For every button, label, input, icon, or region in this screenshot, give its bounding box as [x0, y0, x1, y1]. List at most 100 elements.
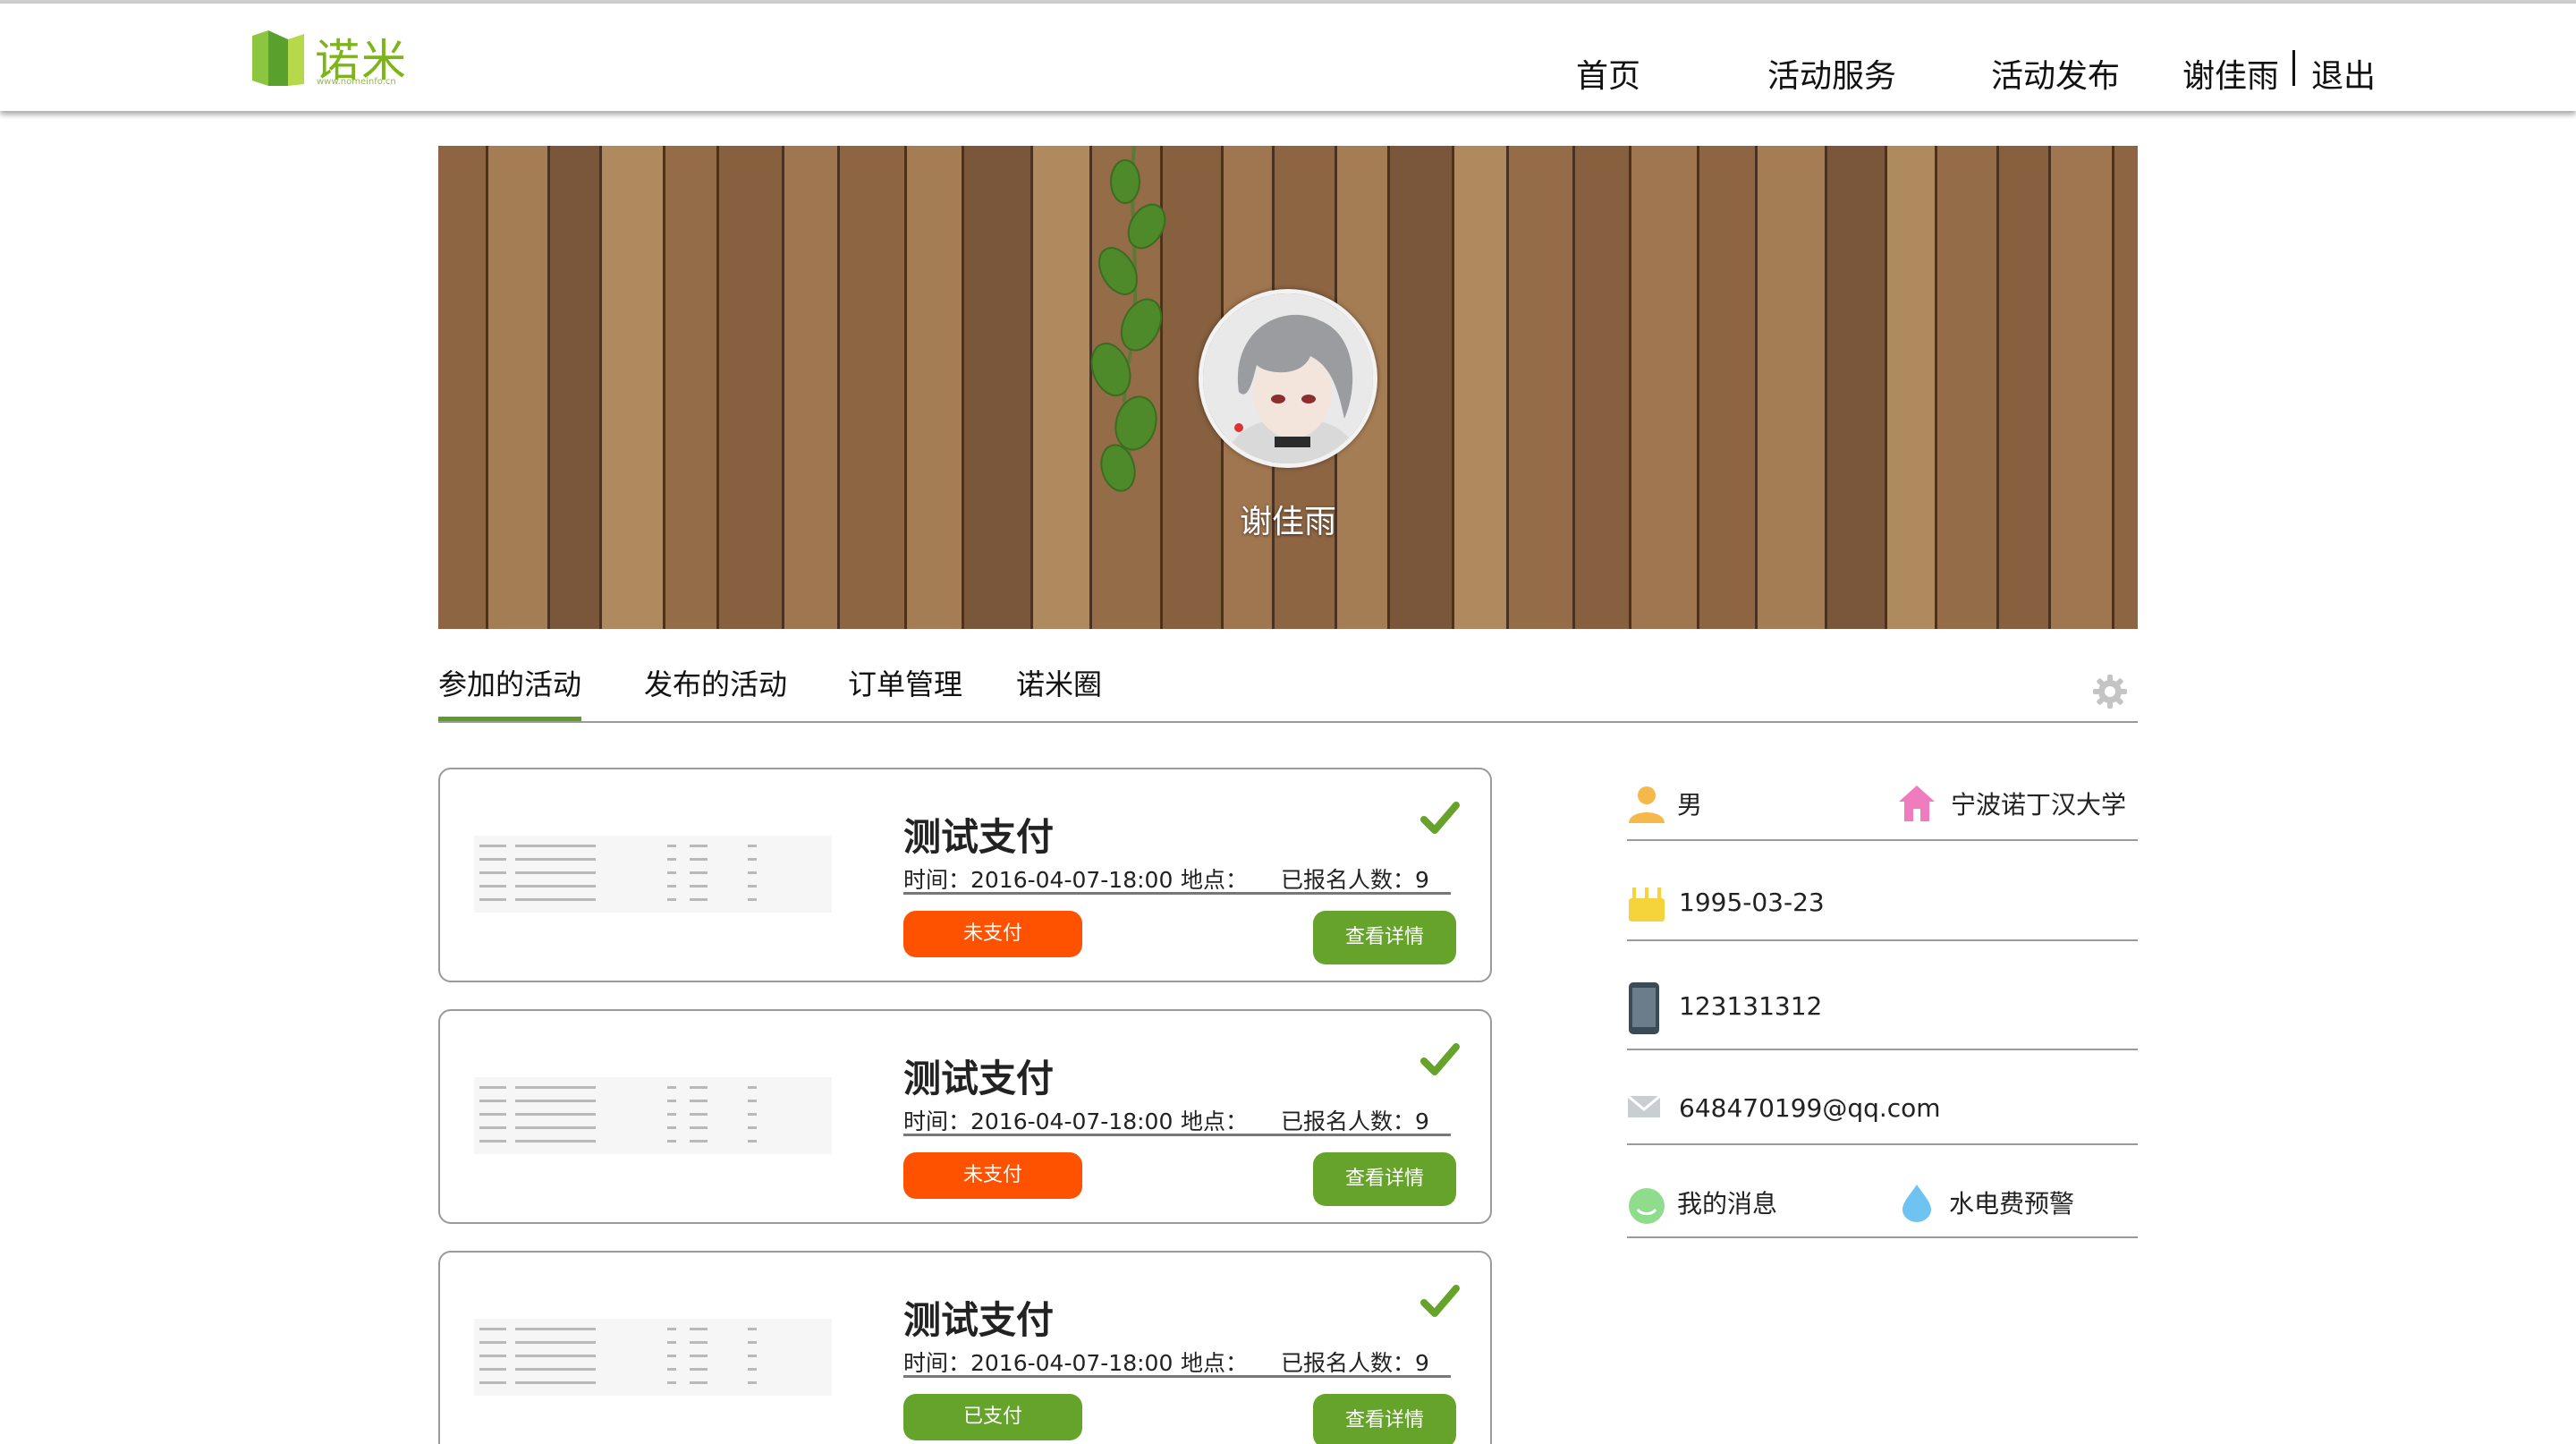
tab-nomi-circle[interactable]: 诺米圈 [1016, 662, 1102, 721]
thumbnail-cell [690, 1086, 708, 1089]
view-details-button[interactable]: 查看详情 [1313, 1152, 1456, 1206]
activity-signed-up: 已报名人数：9 [1281, 1108, 1429, 1134]
thumbnail-cell [690, 885, 708, 888]
thumbnail-cell [479, 885, 506, 888]
fence-gap [1935, 146, 1937, 629]
activity-signed-up: 已报名人数：9 [1281, 1350, 1429, 1376]
thumbnail-cell [748, 1100, 757, 1102]
activity-place: 地点： [1181, 1108, 1249, 1134]
thumbnail-cell [667, 1381, 676, 1384]
fence-plank [784, 146, 840, 629]
fence-gap [663, 146, 665, 629]
tab-published-activities[interactable]: 发布的活动 [644, 662, 787, 721]
thumbnail-cell [748, 871, 757, 874]
tab-order-management[interactable]: 订单管理 [848, 662, 962, 721]
view-details-button[interactable]: 查看详情 [1313, 911, 1456, 964]
fence-gap [599, 146, 602, 629]
fence-gap [1030, 146, 1033, 629]
thumbnail-cell [667, 858, 676, 861]
thumbnail-row [479, 858, 826, 861]
thumbnail-cell [515, 898, 596, 901]
thumbnail-cell [667, 885, 676, 888]
fence-plank [1509, 146, 1575, 629]
utility-alert-link[interactable]: 水电费预警 [1949, 1185, 2074, 1220]
activity-meta: 时间：2016-04-07-18:00 地点： 已报名人数：9 [903, 1102, 1451, 1136]
nav-logout[interactable]: 退出 [2311, 50, 2376, 97]
thumbnail-cell [515, 871, 596, 874]
thumbnail-cell [515, 1381, 596, 1384]
thumbnail-cell [515, 1341, 596, 1344]
logo-subtext: www.nomeinfo.cn [317, 77, 396, 87]
fence-plank [2114, 146, 2138, 629]
fence-plank [602, 146, 665, 629]
fence-gap [1387, 146, 1390, 629]
fence-gap [1755, 146, 1758, 629]
thumbnail-cell [690, 871, 708, 874]
activity-title: 测试支付 [903, 815, 1055, 859]
fence-gap [1825, 146, 1827, 629]
fence-plank [488, 146, 550, 629]
pay-status-button[interactable]: 已支付 [903, 1394, 1082, 1440]
site-header: 诺米 www.nomeinfo.cn 首页 活动服务 活动发布 谢佳雨 退出 [0, 4, 2576, 111]
activity-card: 测试支付 时间：2016-04-07-18:00 地点： 已报名人数：9 未支付… [438, 768, 1492, 982]
thumbnail-row [479, 898, 826, 901]
fence-plank [1390, 146, 1454, 629]
nav-home[interactable]: 首页 [1576, 50, 1640, 97]
thumbnail-cell [479, 1341, 506, 1344]
fence-gap [486, 146, 488, 629]
fence-gap [1452, 146, 1454, 629]
mail-icon [1627, 1094, 1661, 1117]
profile-tabs: 参加的活动 发布的活动 订单管理 诺米圈 [438, 662, 2138, 723]
activity-title: 测试支付 [903, 1057, 1055, 1100]
thumbnail-cell [515, 858, 596, 861]
settings-gear-icon[interactable] [2091, 673, 2129, 710]
activity-time: 时间：2016-04-07-18:00 [903, 867, 1174, 893]
pay-status-button[interactable]: 未支付 [903, 1152, 1082, 1199]
banner-user-name: 谢佳雨 [1239, 504, 1336, 540]
thumbnail-cell [667, 1355, 676, 1357]
thumbnail-cell [479, 1328, 506, 1330]
thumbnail-cell [515, 1113, 596, 1116]
thumbnail-cell [748, 858, 757, 861]
pay-status-button[interactable]: 未支付 [903, 911, 1082, 957]
thumbnail-cell [667, 845, 676, 847]
thumbnail-row [479, 1381, 826, 1384]
thumbnail-cell [667, 1100, 676, 1102]
thumbnail-cell [667, 1113, 676, 1116]
tab-joined-activities[interactable]: 参加的活动 [438, 662, 582, 721]
thumbnail-cell [690, 1355, 708, 1357]
thumbnail-row [479, 1341, 826, 1344]
thumbnail-cell [515, 1355, 596, 1357]
thumbnail-cell [690, 1140, 708, 1142]
logo[interactable]: 诺米 www.nomeinfo.cn [252, 29, 413, 91]
nav-activity-publish[interactable]: 活动发布 [1991, 50, 2120, 97]
thumbnail-cell [690, 1100, 708, 1102]
fence-plank [438, 146, 488, 629]
profile-school: 宁波诺丁汉大学 [1951, 790, 2127, 820]
thumbnail-cell [479, 845, 506, 847]
thumbnail-cell [748, 1381, 757, 1384]
thumbnail-cell [690, 1381, 708, 1384]
activity-thumbnail [474, 1319, 832, 1396]
thumbnail-cell [515, 1368, 596, 1371]
thumbnail-cell [479, 898, 506, 901]
view-details-button[interactable]: 查看详情 [1313, 1394, 1456, 1444]
fence-gap [2048, 146, 2051, 629]
thumbnail-cell [479, 1381, 506, 1384]
thumbnail-cell [667, 1140, 676, 1142]
nav-user-name[interactable]: 谢佳雨 [2182, 50, 2279, 97]
message-icon [1629, 1188, 1665, 1224]
thumbnail-cell [667, 1086, 676, 1089]
thumbnail-cell [748, 898, 757, 901]
fence-plank [1999, 146, 2051, 629]
thumbnail-cell [515, 1086, 596, 1089]
avatar[interactable] [1199, 289, 1377, 468]
nav-activity-service[interactable]: 活动服务 [1767, 50, 1896, 97]
thumbnail-cell [667, 871, 676, 874]
my-messages-link[interactable]: 我的消息 [1677, 1185, 1777, 1220]
thumbnail-row [479, 885, 826, 888]
thumbnail-cell [479, 1355, 506, 1357]
thumbnail-cell [479, 1100, 506, 1102]
profile-row-birthday: 1995-03-23 [1627, 868, 2138, 941]
thumbnail-row [479, 1140, 826, 1142]
